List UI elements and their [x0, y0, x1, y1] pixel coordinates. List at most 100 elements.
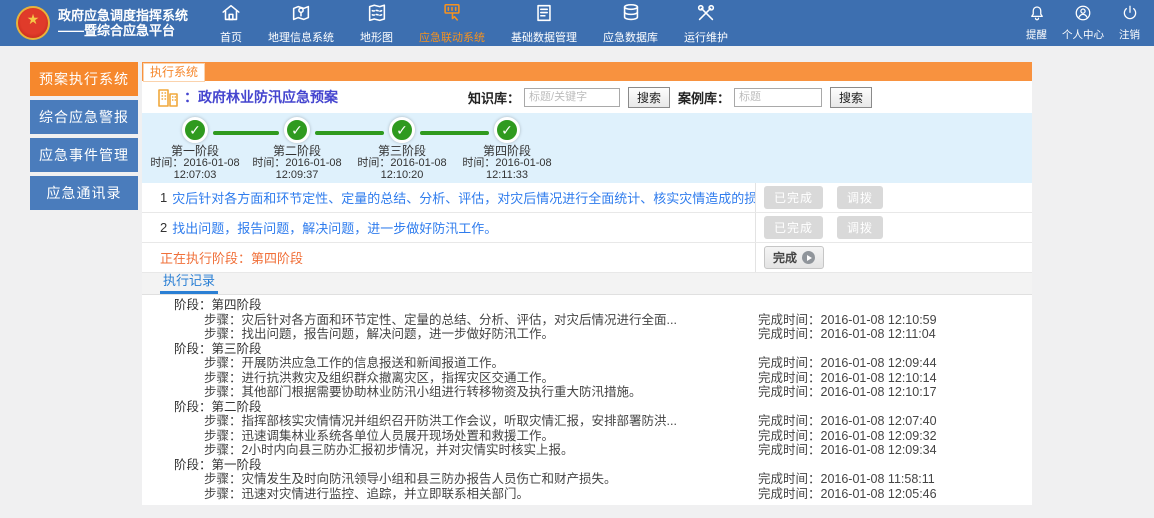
record-step-text: 步骤：2小时内向县三防办汇报初步情况，并对灾情实时核实上报。: [142, 443, 758, 458]
knowledge-base-label: 知识库：: [468, 88, 520, 107]
record-step-text: 步骤：迅速对灾情进行监控、追踪，并立即联系相关部门。: [142, 487, 758, 502]
task-index: 2: [160, 220, 167, 235]
record-step-text: 步骤：开展防洪应急工作的信息报送和新闻报道工作。: [142, 356, 758, 371]
personal-center-button[interactable]: 个人中心: [1062, 4, 1104, 42]
app-title: 政府应急调度指挥系统 ——暨综合应急平台: [58, 8, 188, 38]
task-actions-cell: 已完成 调拨: [755, 183, 1032, 212]
record-step-time: 完成时间：2016-01-08 12:09:44: [758, 356, 1032, 371]
bell-icon: [1028, 4, 1046, 25]
progress-step-4: ✓ 第四阶段 时间：2016-01-08 12:11:33: [452, 117, 562, 181]
dispatch-button: 调拨: [837, 186, 883, 209]
record-step-time: 完成时间：2016-01-08 12:05:46: [758, 487, 1032, 502]
step-clock: 12:10:20: [381, 170, 424, 182]
national-emblem-logo: [16, 6, 50, 40]
record-step-row: 步骤：进行抗洪救灾及组织群众撤离灾区，指挥灾区交通工作。 完成时间：2016-0…: [142, 371, 1032, 386]
nav-item-emergency-linkage[interactable]: 应急联动系统: [419, 2, 485, 45]
nav-item-home[interactable]: 首页: [220, 2, 242, 45]
knowledge-search-button[interactable]: 搜索: [628, 87, 670, 108]
step-date: 时间：2016-01-08: [462, 158, 551, 170]
progress-step-3: ✓ 第三阶段 时间：2016-01-08 12:10:20: [347, 117, 457, 181]
plan-title-row: ：政府林业防汛应急预案 知识库： 搜索 案例库： 搜索: [142, 81, 1032, 113]
record-step-row: 步骤：指挥部核实灾情情况并组织召开防洪工作会议，听取灾情汇报，安排部署防洪...…: [142, 414, 1032, 429]
record-step-time: 完成时间：2016-01-08 12:09:34: [758, 443, 1032, 458]
nav-item-maintenance[interactable]: 运行维护: [684, 2, 728, 45]
database-icon: [620, 2, 642, 27]
record-step-row: 步骤：迅速调集林业系统各单位人员展开现场处置和救援工作。 完成时间：2016-0…: [142, 429, 1032, 444]
dispatch-button: 调拨: [837, 216, 883, 239]
task-description: 灾后针对各方面和环节定性、定量的总结、分析、评估，对灾后情况进行全面统计、核实灾…: [172, 188, 755, 207]
nav-label: 提醒: [1026, 27, 1047, 42]
record-step-text: 步骤：灾后针对各方面和环节定性、定量的总结、分析、评估，对灾后情况进行全面...: [142, 313, 758, 328]
current-stage-text: 正在执行阶段：第四阶段: [160, 248, 303, 267]
sidebar-item-plan-execution[interactable]: 预案执行系统: [30, 62, 138, 96]
progress-step-1: ✓ 第一阶段 时间：2016-01-08 12:07:03: [142, 117, 250, 181]
map-pin-icon: [290, 2, 312, 27]
sidebar-item-comprehensive-alarm[interactable]: 综合应急警报: [30, 100, 138, 134]
brand: 政府应急调度指挥系统 ——暨综合应急平台: [0, 6, 214, 40]
nav-label: 注销: [1119, 27, 1140, 42]
sidebar-item-contacts[interactable]: 应急通讯录: [30, 176, 138, 210]
record-stage: 阶段：第一阶段: [142, 458, 1032, 473]
record-step-row: 步骤：灾情发生及时向防汛领导小组和县三防办报告人员伤亡和财产损失。 完成时间：2…: [142, 472, 1032, 487]
record-step-time: 完成时间：2016-01-08 12:10:17: [758, 385, 1032, 400]
step-clock: 12:11:33: [486, 170, 528, 182]
step-date: 时间：2016-01-08: [252, 158, 341, 170]
case-search-input[interactable]: [734, 88, 822, 107]
case-search-button[interactable]: 搜索: [830, 87, 872, 108]
logout-button[interactable]: 注销: [1119, 4, 1140, 42]
nav-label: 应急数据库: [603, 29, 658, 45]
nav-item-gis[interactable]: 地理信息系统: [268, 2, 334, 45]
stage-progress-panel: ✓ 第一阶段 时间：2016-01-08 12:07:03 ✓ 第二阶段 时间：…: [142, 113, 1032, 183]
check-glyph: ✓: [189, 122, 201, 139]
nav-label: 应急联动系统: [419, 29, 485, 45]
knowledge-search-input[interactable]: [524, 88, 620, 107]
record-step-row: 步骤：2小时内向县三防办汇报初步情况，并对灾情实时核实上报。 完成时间：2016…: [142, 443, 1032, 458]
records-header: 执行记录: [142, 273, 1032, 295]
document-icon: [533, 2, 555, 27]
nav-label: 地理信息系统: [268, 29, 334, 45]
sidebar: 预案执行系统 综合应急警报 应急事件管理 应急通讯录: [30, 62, 138, 210]
topbar: 政府应急调度指挥系统 ——暨综合应急平台 首页 地理信息系统 地形图 应急联动系…: [0, 0, 1154, 46]
record-step-row: 步骤：开展防洪应急工作的信息报送和新闻报道工作。 完成时间：2016-01-08…: [142, 356, 1032, 371]
progress-step-2: ✓ 第二阶段 时间：2016-01-08 12:09:37: [242, 117, 352, 181]
finish-button-label: 完成: [773, 249, 797, 266]
finish-button[interactable]: 完成: [764, 246, 824, 269]
records-title: 执行记录: [160, 270, 218, 294]
sos-hand-icon: [441, 2, 463, 27]
plan-title: ：政府林业防汛应急预案: [184, 87, 338, 107]
step-clock: 12:09:37: [276, 170, 319, 182]
tools-icon: [695, 2, 717, 27]
home-icon: [220, 2, 242, 27]
record-step-text: 步骤：指挥部核实灾情情况并组织召开防洪工作会议，听取灾情汇报，安排部署防洪...: [142, 414, 758, 429]
page-layout: 预案执行系统 综合应急警报 应急事件管理 应急通讯录 执行系统 ：政府林业防汛应…: [0, 46, 1154, 505]
search-area: 知识库： 搜索 案例库： 搜索: [468, 87, 876, 108]
current-stage-cell: 正在执行阶段：第四阶段: [142, 243, 755, 272]
check-circle-icon: ✓: [389, 117, 415, 143]
nav-item-terrain-map[interactable]: 地形图: [360, 2, 393, 45]
check-circle-icon: ✓: [182, 117, 208, 143]
app-title-line2: ——暨综合应急平台: [58, 23, 188, 38]
case-base-label: 案例库：: [678, 88, 730, 107]
tab-execution-system[interactable]: 执行系统: [143, 63, 205, 82]
current-stage-row: 正在执行阶段：第四阶段 完成: [142, 243, 1032, 273]
nav-item-emergency-database[interactable]: 应急数据库: [603, 2, 658, 45]
play-icon: [802, 251, 815, 264]
record-stage: 阶段：第二阶段: [142, 400, 1032, 415]
sidebar-item-event-management[interactable]: 应急事件管理: [30, 138, 138, 172]
record-step-text: 步骤：迅速调集林业系统各单位人员展开现场处置和救援工作。: [142, 429, 758, 444]
task-description: 找出问题，报告问题，解决问题，进一步做好防汛工作。: [172, 218, 497, 237]
user-icon: [1074, 4, 1092, 25]
nav-item-base-data[interactable]: 基础数据管理: [511, 2, 577, 45]
nav-label: 地形图: [360, 29, 393, 45]
record-step-time: 完成时间：2016-01-08 11:58:11: [758, 472, 1032, 487]
tab-bar: 执行系统: [142, 62, 1032, 81]
records-list: 阶段：第四阶段 步骤：灾后针对各方面和环节定性、定量的总结、分析、评估，对灾后情…: [142, 295, 1032, 501]
record-step-time: 完成时间：2016-01-08 12:11:04: [758, 327, 1032, 342]
record-step-text: 步骤：灾情发生及时向防汛领导小组和县三防办报告人员伤亡和财产损失。: [142, 472, 758, 487]
reminder-button[interactable]: 提醒: [1026, 4, 1047, 42]
nav-label: 个人中心: [1062, 27, 1104, 42]
check-glyph: ✓: [396, 122, 408, 139]
task-actions-cell: 已完成 调拨: [755, 213, 1032, 242]
record-step-time: 完成时间：2016-01-08 12:10:59: [758, 313, 1032, 328]
record-step-row: 步骤：其他部门根据需要协助林业防汛小组进行转移物资及执行重大防汛措施。 完成时间…: [142, 385, 1032, 400]
